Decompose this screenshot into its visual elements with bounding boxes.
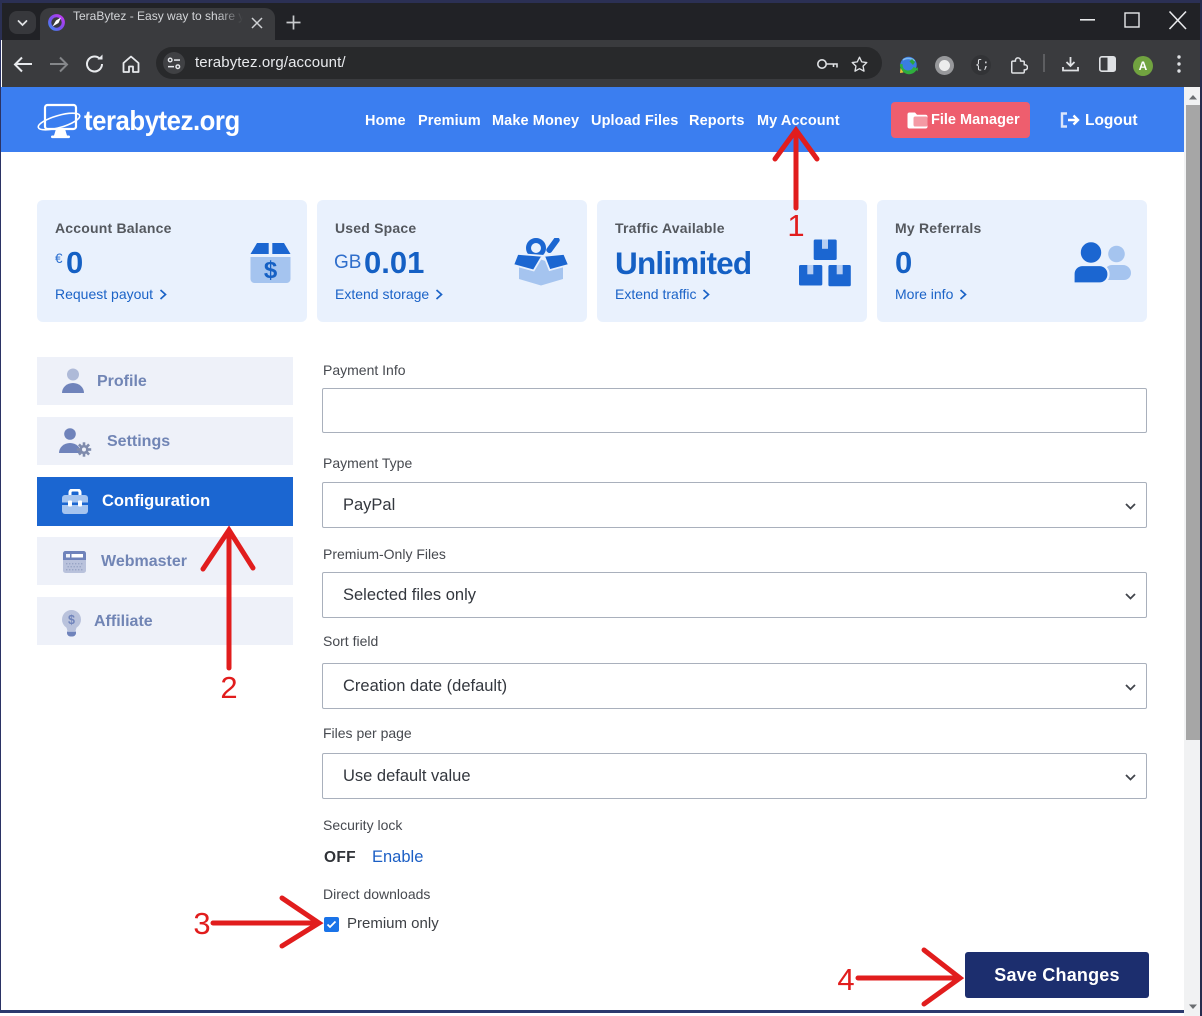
svg-text:3: 3 bbox=[193, 906, 210, 941]
svg-text:4: 4 bbox=[837, 962, 854, 997]
svg-text:2: 2 bbox=[220, 670, 237, 705]
svg-text:1: 1 bbox=[787, 208, 804, 243]
